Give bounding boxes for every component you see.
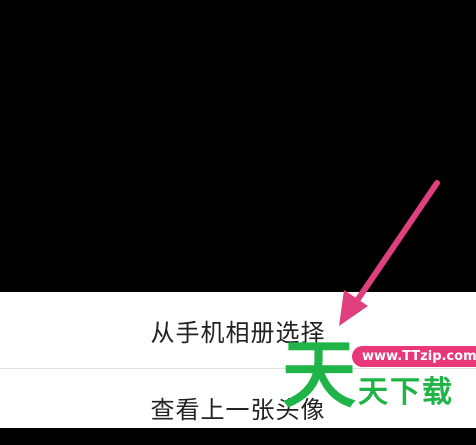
- watermark-small-text: 天下载: [358, 375, 454, 410]
- image-preview-backdrop[interactable]: [0, 0, 476, 292]
- watermark-url-badge: www.TTzip.com: [352, 346, 476, 367]
- site-watermark: 天 www.TTzip.com 天下载: [282, 332, 476, 424]
- watermark-big-char: 天: [282, 332, 356, 418]
